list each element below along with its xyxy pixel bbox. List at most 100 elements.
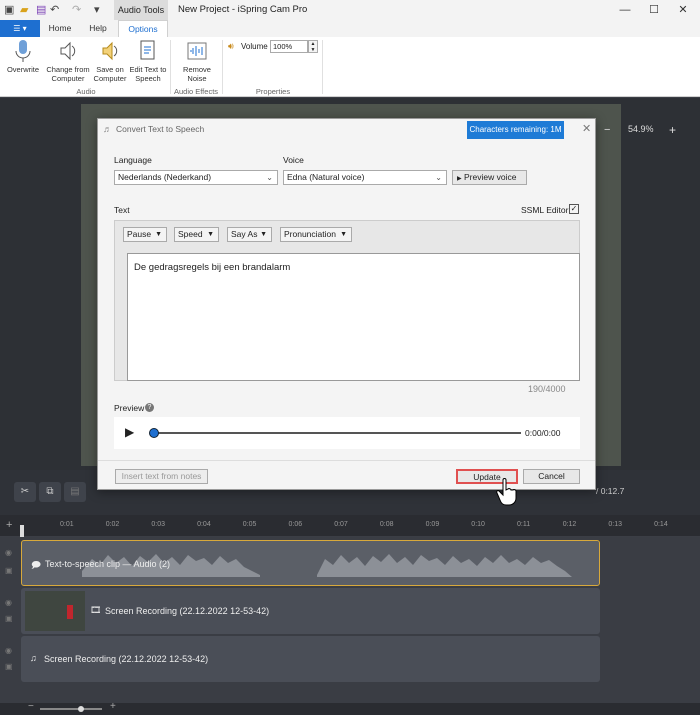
seek-bar[interactable] <box>151 432 521 434</box>
volume-spinner[interactable]: ▲ ▼ <box>308 40 318 53</box>
video-thumbnail <box>25 591 85 631</box>
cancel-button[interactable]: Cancel <box>523 469 580 484</box>
redo-icon[interactable]: ↷ <box>72 3 81 16</box>
ruler-tick: 0:09 <box>425 521 440 528</box>
voice-select[interactable]: Edna (Natural voice) ⌄ <box>283 170 447 185</box>
tab-help[interactable]: Help <box>80 20 116 37</box>
group-audio-label: Audio <box>76 87 96 96</box>
speed-dropdown[interactable]: Speed ▼ <box>174 227 219 242</box>
player-time: 0:00/0:00 <box>525 428 561 438</box>
add-track-icon[interactable]: + <box>6 519 12 531</box>
triangle-down-icon: ▼ <box>260 231 267 238</box>
paste-icon[interactable]: ▤ <box>64 482 86 502</box>
lock-icon[interactable]: ▣ <box>5 614 13 623</box>
eye-icon[interactable]: ◉ <box>5 548 12 557</box>
screen-recording-video-track[interactable]: 🎞︎ Screen Recording (22.12.2022 12-53-42… <box>21 588 600 634</box>
microphone-icon <box>15 40 31 62</box>
language-value: Nederlands (Nederkand) <box>118 172 212 182</box>
ruler-tick: 0:06 <box>288 521 303 528</box>
timeline-zoom-out-icon[interactable]: − <box>28 701 34 712</box>
chevron-down-icon: ⌄ <box>266 173 273 182</box>
speaker-save-icon <box>102 41 118 61</box>
app-icon: ▣ <box>4 4 15 16</box>
convert-tts-dialog: ♬ Convert Text to Speech Characters rema… <box>97 118 596 506</box>
close-window-button[interactable]: ✕ <box>666 0 700 20</box>
eye-icon[interactable]: ◉ <box>5 646 12 655</box>
ruler-tick: 0:02 <box>105 521 120 528</box>
ribbon: Overwrite Change from Computer Save on C… <box>0 37 700 97</box>
ruler-tick: 0:07 <box>334 521 348 528</box>
edit-text-to-speech-button[interactable]: Edit Text to Speech <box>128 39 168 83</box>
language-select[interactable]: Nederlands (Nederkand) ⌄ <box>114 170 278 185</box>
ruler-tick: 0:11 <box>517 521 531 528</box>
group-effects-label: Audio Effects <box>173 87 219 96</box>
tab-home[interactable]: Home <box>42 20 78 37</box>
undo-icon[interactable]: ↶ <box>50 3 59 16</box>
copy-icon[interactable]: ⧉ <box>39 482 61 502</box>
lock-icon[interactable]: ▣ <box>5 566 13 575</box>
total-time: / 0:12.7 <box>596 486 625 496</box>
preview-voice-button[interactable]: ▶ Preview voice <box>452 170 527 185</box>
ssml-editor-label: SSML Editor <box>521 205 569 215</box>
timeline-zoom-slider[interactable] <box>40 708 102 710</box>
timeline-zoom-thumb[interactable] <box>78 706 84 712</box>
video-track-label: Screen Recording (22.12.2022 12-53-42) <box>105 606 270 616</box>
tts-audio-track[interactable]: 🗩︎ Text-to-speech clip — Audio (2) <box>21 540 600 586</box>
audio-tools-context-tab: Audio Tools <box>114 0 168 20</box>
divider <box>98 460 595 461</box>
insert-text-from-notes-button[interactable]: Insert text from notes <box>115 469 208 484</box>
help-icon[interactable]: ? <box>145 403 154 412</box>
cut-icon[interactable]: ✂ <box>14 482 36 502</box>
title-bar: ▣ ▰ ▤ ↶ ↷ ▾ Audio Tools New Project - iS… <box>0 0 700 20</box>
pause-label: Pause <box>127 229 152 239</box>
file-menu-button[interactable]: ☰ ▾ <box>0 20 40 37</box>
chevron-down-icon: ⌄ <box>435 173 442 182</box>
zoom-level: 54.9% <box>628 124 654 134</box>
waveform-icon <box>187 42 207 60</box>
customize-qat-icon[interactable]: ▾ <box>94 3 100 16</box>
speed-label: Speed <box>178 229 203 239</box>
volume-label: Volume <box>241 42 268 51</box>
playhead[interactable] <box>20 525 24 537</box>
tab-options[interactable]: Options <box>118 20 168 37</box>
pronunciation-label: Pronunciation <box>284 229 336 239</box>
pause-dropdown[interactable]: Pause ▼ <box>123 227 167 242</box>
triangle-down-icon: ▼ <box>340 231 347 238</box>
eye-icon[interactable]: ◉ <box>5 598 12 607</box>
volume-input[interactable]: 100% <box>270 40 308 53</box>
timeline-zoom-in-icon[interactable]: + <box>110 701 116 712</box>
pronunciation-dropdown[interactable]: Pronunciation ▼ <box>280 227 352 242</box>
say-as-dropdown[interactable]: Say As ▼ <box>227 227 272 242</box>
say-as-label: Say As <box>231 229 258 239</box>
change-from-computer-button[interactable]: Change from Computer <box>44 39 92 83</box>
play-icon[interactable]: ▶ <box>125 425 134 439</box>
ruler-tick: 0:13 <box>608 521 623 528</box>
overwrite-label: Overwrite <box>6 65 40 74</box>
zoom-in-icon[interactable]: + <box>669 123 676 137</box>
remove-noise-button[interactable]: Remove Noise <box>176 39 218 83</box>
overwrite-button[interactable]: Overwrite <box>4 39 42 74</box>
zoom-out-icon[interactable]: − <box>604 124 610 136</box>
group-properties-label: Properties <box>255 87 291 96</box>
triangle-down-icon: ▼ <box>207 231 214 238</box>
close-icon[interactable]: ✕ <box>582 122 591 135</box>
text-editor-panel: Pause ▼ Speed ▼ Say As ▼ Pronunciation ▼ De … <box>114 220 580 381</box>
speaker-refresh-icon <box>60 41 76 61</box>
ruler-tick: 0:05 <box>242 521 257 528</box>
character-counter: 190/4000 <box>528 384 566 394</box>
save-on-computer-button[interactable]: Save on Computer <box>92 39 128 83</box>
screen-recording-audio-track[interactable]: ♫ Screen Recording (22.12.2022 12-53-42) <box>21 636 600 682</box>
hand-cursor-icon <box>496 478 517 506</box>
edit-text-to-speech-label: Edit Text to Speech <box>129 65 167 83</box>
dialog-title: Convert Text to Speech <box>116 124 205 134</box>
tts-track-label: Text-to-speech clip — Audio (2) <box>45 559 171 569</box>
open-folder-icon[interactable]: ▰ <box>20 3 28 16</box>
save-icon[interactable]: ▤ <box>36 3 46 16</box>
tts-text-input[interactable]: De gedragsregels bij een brandalarm <box>127 253 580 381</box>
preview-label: Preview <box>114 403 145 413</box>
lock-icon[interactable]: ▣ <box>5 662 13 671</box>
ssml-editor-checkbox[interactable]: ✓ <box>569 204 579 214</box>
preview-voice-label: Preview voice <box>464 172 517 182</box>
seek-thumb[interactable] <box>149 428 159 438</box>
group-separator <box>222 40 223 94</box>
